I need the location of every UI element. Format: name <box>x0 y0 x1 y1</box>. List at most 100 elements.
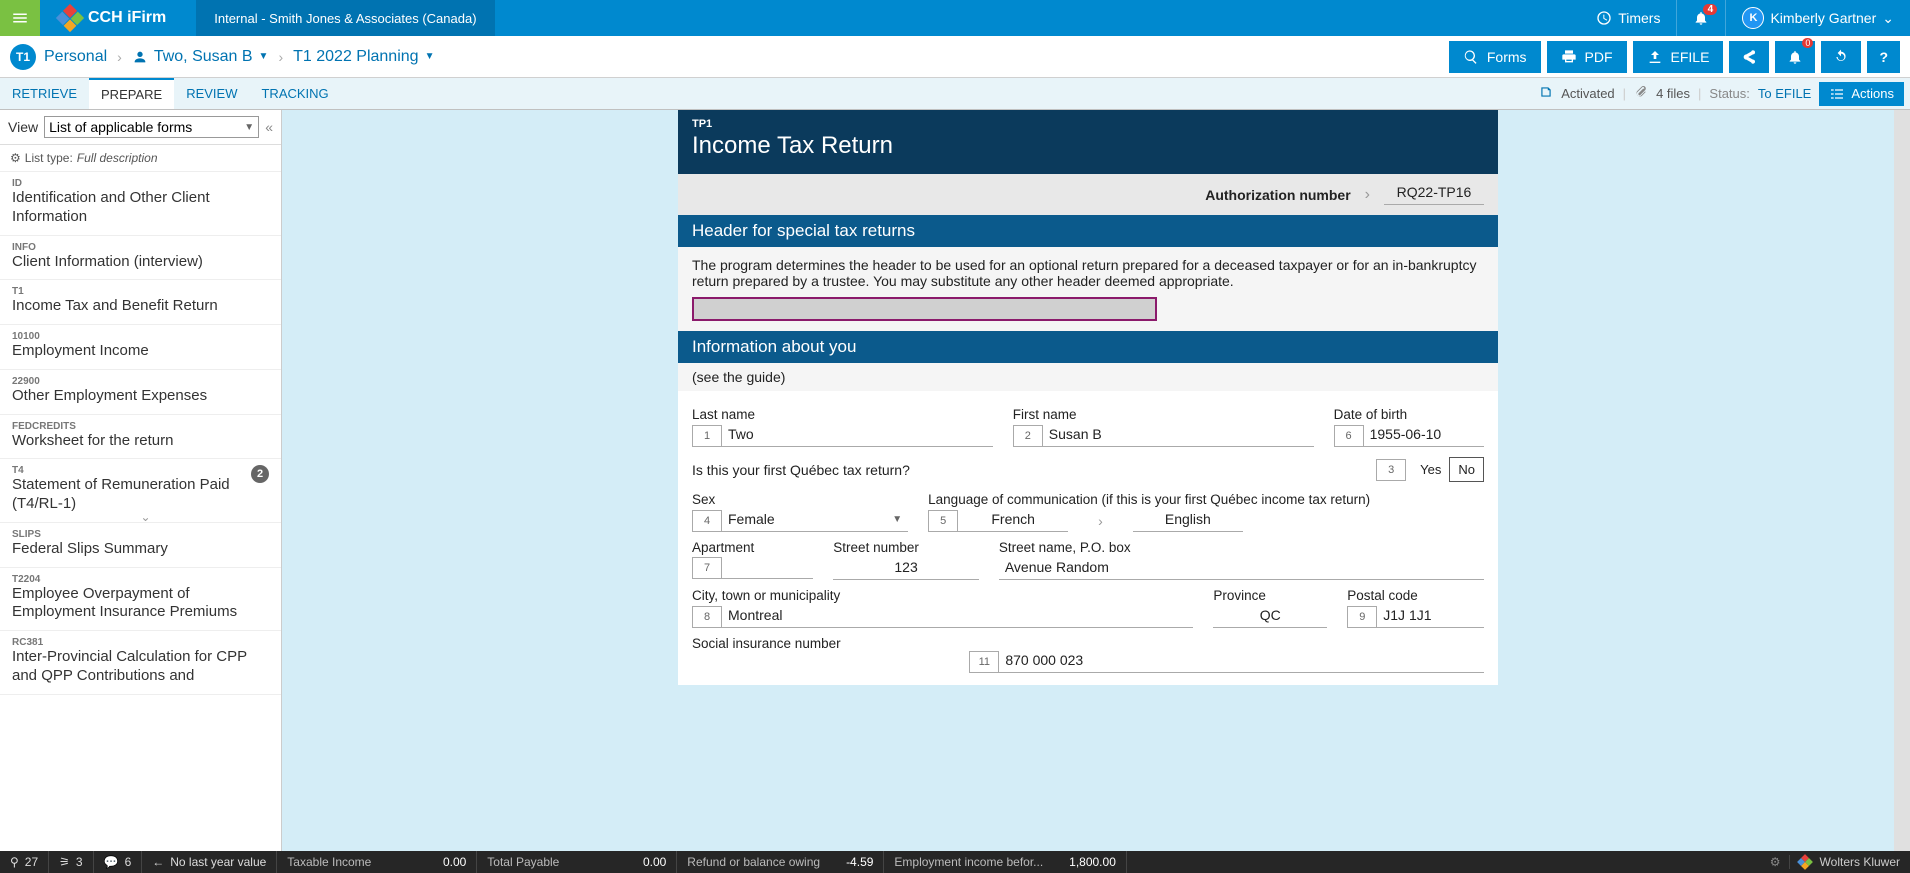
status-label: Status: <box>1709 86 1749 101</box>
form-item[interactable]: 10100Employment Income <box>0 325 281 370</box>
refund-label: Refund or balance owing <box>687 855 820 869</box>
sex-dropdown[interactable]: Female▼ <box>722 509 908 532</box>
first-name-field[interactable]: Susan B <box>1043 424 1314 447</box>
alerts-button[interactable]: 0 <box>1775 41 1815 73</box>
form-item[interactable]: T2204Employee Overpayment of Employment … <box>0 568 281 632</box>
activated-icon <box>1539 85 1553 102</box>
province-field[interactable]: QC <box>1213 605 1327 628</box>
question-first-qc: Is this your first Québec tax return? <box>692 462 910 478</box>
emp-value: 1,800.00 <box>1049 855 1116 869</box>
lang-english[interactable]: English <box>1133 509 1243 532</box>
bell-icon <box>1787 49 1803 65</box>
actions-button[interactable]: Actions <box>1819 82 1904 106</box>
field-number: 5 <box>928 510 958 532</box>
street-number-field[interactable]: 123 <box>833 557 979 580</box>
form-title: Income Tax Return <box>692 132 1484 160</box>
form-code: INFO <box>12 242 269 253</box>
form-item[interactable]: RC381Inter-Provincial Calculation for CP… <box>0 631 281 695</box>
product-logo[interactable]: CCH iFirm <box>40 8 196 28</box>
lastyear-cell[interactable]: ←No last year value <box>142 851 277 873</box>
label-street-number: Street number <box>833 540 979 555</box>
form-item[interactable]: 22900Other Employment Expenses <box>0 370 281 415</box>
refund-value: -4.59 <box>826 855 873 869</box>
tab-review[interactable]: REVIEW <box>174 78 249 109</box>
user-menu[interactable]: K Kimberly Gartner ⌄ <box>1725 0 1910 36</box>
view-select[interactable]: List of applicable forms ▼ <box>44 116 259 138</box>
logo-icon <box>56 4 84 32</box>
auth-value[interactable]: RQ22-TP16 <box>1384 184 1484 205</box>
timers-button[interactable]: Timers <box>1580 0 1676 36</box>
section-header-special: Header for special tax returns <box>678 215 1498 247</box>
pdf-button[interactable]: PDF <box>1547 41 1627 73</box>
upload-icon <box>1647 49 1663 65</box>
activated-label[interactable]: Activated <box>1561 86 1614 101</box>
forms-button[interactable]: Forms <box>1449 41 1541 73</box>
chevron-right-icon: › <box>1365 186 1370 204</box>
form-code: SLIPS <box>12 529 269 540</box>
efile-button[interactable]: EFILE <box>1633 41 1724 73</box>
status-value[interactable]: To EFILE <box>1758 86 1811 101</box>
wolters-kluwer-label[interactable]: Wolters Kluwer <box>1820 855 1900 869</box>
form-item[interactable]: T4Statement of Remuneration Paid (T4/RL-… <box>0 459 281 523</box>
plan-link[interactable]: T1 2022 Planning ▼ <box>293 48 434 66</box>
forms-label: Forms <box>1487 49 1527 65</box>
org-selector[interactable]: Internal - Smith Jones & Associates (Can… <box>196 0 494 36</box>
label-postal: Postal code <box>1347 588 1484 603</box>
option-yes[interactable]: Yes <box>1412 458 1449 481</box>
person-icon <box>132 49 148 65</box>
product-name: CCH iFirm <box>88 9 166 27</box>
see-guide: (see the guide) <box>678 363 1498 391</box>
wolters-kluwer-icon <box>1797 854 1813 870</box>
last-name-field[interactable]: Two <box>722 424 993 447</box>
listtype-value[interactable]: Full description <box>77 151 158 165</box>
taxable-cell[interactable]: Taxable Income0.00 <box>277 851 477 873</box>
lang-french[interactable]: French <box>958 509 1068 532</box>
form-code: 10100 <box>12 331 269 342</box>
taxable-label: Taxable Income <box>287 855 371 869</box>
tab-tracking[interactable]: TRACKING <box>249 78 340 109</box>
payable-cell[interactable]: Total Payable0.00 <box>477 851 677 873</box>
module-link[interactable]: Personal <box>44 48 107 66</box>
menu-button[interactable] <box>0 0 40 36</box>
collapse-sidebar-button[interactable]: « <box>265 119 273 135</box>
notifications-button[interactable]: 4 <box>1676 0 1725 36</box>
option-no[interactable]: No <box>1449 457 1484 482</box>
header-input[interactable] <box>692 297 1157 321</box>
form-code: ID <box>12 178 269 189</box>
tab-prepare[interactable]: PREPARE <box>89 78 174 109</box>
breadcrumb-sep: › <box>117 49 122 65</box>
refresh-button[interactable] <box>1821 41 1861 73</box>
pdf-label: PDF <box>1585 49 1613 65</box>
field-number: 11 <box>969 651 999 673</box>
files-label[interactable]: 4 files <box>1656 86 1690 101</box>
city-field[interactable]: Montreal <box>722 605 1193 628</box>
form-item[interactable]: IDIdentification and Other Client Inform… <box>0 172 281 236</box>
refund-cell[interactable]: Refund or balance owing -4.59 <box>677 851 884 873</box>
section-header-info: Information about you <box>678 331 1498 363</box>
apartment-field[interactable] <box>722 557 813 579</box>
share-icon <box>1741 49 1757 65</box>
pins-cell[interactable]: ⚲27 <box>0 851 49 873</box>
share-button[interactable] <box>1729 41 1769 73</box>
employment-cell[interactable]: Employment income befor...1,800.00 <box>884 851 1126 873</box>
form-item[interactable]: T1Income Tax and Benefit Return <box>0 280 281 325</box>
form-name: Federal Slips Summary <box>12 540 269 559</box>
client-link[interactable]: Two, Susan B ▼ <box>132 48 269 66</box>
caret-down-icon: ▼ <box>892 514 902 525</box>
messages-cell[interactable]: 💬6 <box>94 851 143 873</box>
forms-list[interactable]: IDIdentification and Other Client Inform… <box>0 172 281 851</box>
help-button[interactable]: ? <box>1867 41 1900 73</box>
sin-field[interactable]: 870 000 023 <box>999 650 1484 673</box>
tab-retrieve[interactable]: RETRIEVE <box>0 78 89 109</box>
form-item[interactable]: FEDCREDITSWorksheet for the return <box>0 415 281 460</box>
form-item[interactable]: SLIPSFederal Slips Summary <box>0 523 281 568</box>
dob-field[interactable]: 1955-06-10 <box>1364 424 1484 447</box>
tree-cell[interactable]: ⚞3 <box>49 851 93 873</box>
header-desc-body: The program determines the header to be … <box>678 247 1498 331</box>
street-name-field[interactable]: Avenue Random <box>999 557 1484 580</box>
form-item[interactable]: INFOClient Information (interview) <box>0 236 281 281</box>
form-content[interactable]: TP1 Income Tax Return Authorization numb… <box>282 110 1894 851</box>
vertical-scrollbar[interactable] <box>1894 110 1910 851</box>
settings-button[interactable]: ⚙ <box>1762 855 1790 869</box>
postal-field[interactable]: J1J 1J1 <box>1377 605 1484 628</box>
